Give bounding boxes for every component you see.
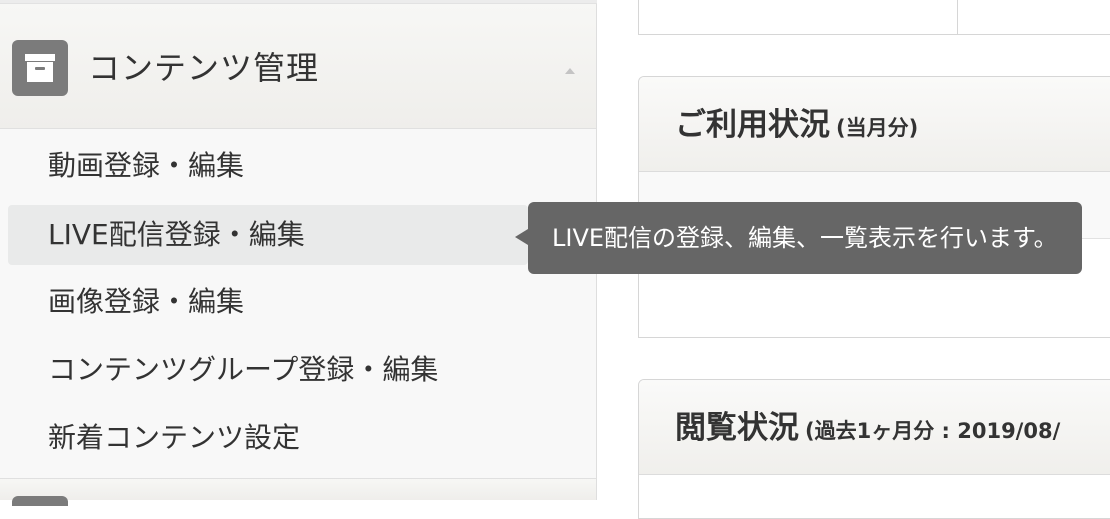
usage-panel-title-text: ご利用状況 [675,107,830,143]
section-title: コンテンツ管理 [88,49,320,87]
section-icon [12,496,68,506]
views-panel-title: 閲覧状況 (過去1ヶ月分 : 2019/08/ [675,406,1060,453]
archive-box-icon [12,40,68,96]
summary-table [638,0,1110,35]
sidebar-item-video-register-edit[interactable]: 動画登録・編集 [8,136,528,196]
table-divider [957,0,958,35]
usage-panel-subtitle: (当月分) [836,116,919,140]
section-header-next[interactable] [0,478,596,506]
usage-panel-header: ご利用状況 (当月分) [639,77,1110,172]
sidebar-item-image-register-edit[interactable]: 画像登録・編集 [8,272,528,332]
sidebar: コンテンツ管理 動画登録・編集 LIVE配信登録・編集 画像登録・編集 コンテン… [0,0,597,506]
sidebar-item-content-group-register-edit[interactable]: コンテンツグループ登録・編集 [8,340,528,400]
caret-up-icon[interactable] [564,66,576,76]
tooltip: LIVE配信の登録、編集、一覧表示を行います。 [528,202,1082,274]
sidebar-item-new-content-settings[interactable]: 新着コンテンツ設定 [8,408,528,468]
views-panel-title-text: 閲覧状況 [675,410,799,446]
usage-panel-title: ご利用状況 (当月分) [675,103,918,150]
views-panel-subtitle: (過去1ヶ月分 : 2019/08/ [805,419,1061,443]
section-header-content-management[interactable]: コンテンツ管理 [0,4,596,129]
views-panel-header: 閲覧状況 (過去1ヶ月分 : 2019/08/ [639,380,1110,475]
tooltip-arrow [515,229,528,245]
views-panel: 閲覧状況 (過去1ヶ月分 : 2019/08/ [638,379,1110,519]
sidebar-item-live-register-edit[interactable]: LIVE配信登録・編集 [8,205,528,265]
